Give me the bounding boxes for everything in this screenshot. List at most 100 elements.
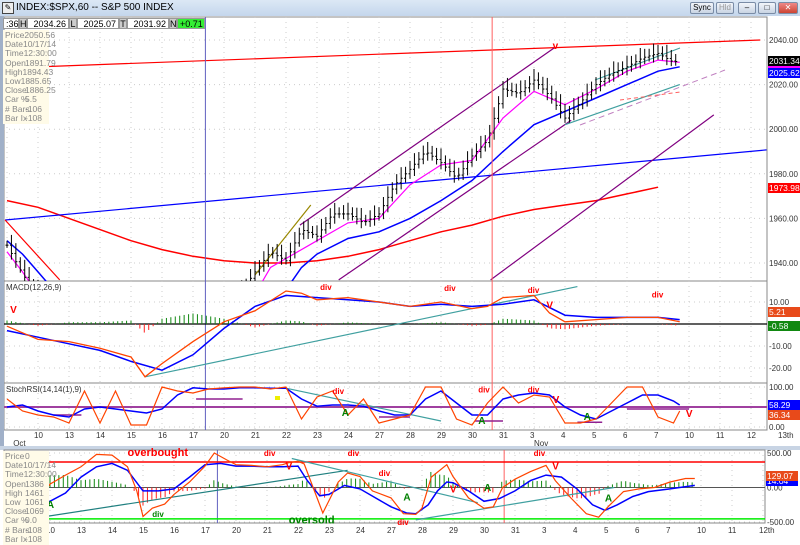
x-tick-label: 14: [96, 431, 105, 440]
x-tick-label: 7: [654, 431, 659, 440]
y-tick-label: 2000.00: [769, 125, 798, 134]
annotation-A: A: [484, 483, 491, 494]
annotation-A: A: [584, 412, 591, 423]
annotation-div: div: [152, 510, 164, 519]
x-tick-label-lower: 6: [635, 526, 640, 535]
annotation-div: div: [264, 449, 276, 458]
quote-last: 2031.92: [127, 18, 169, 29]
month-label: Oct: [13, 439, 26, 448]
macd-value-box: 5.21: [768, 307, 800, 317]
y-tick-label: 2020.00: [769, 81, 798, 90]
quote-low: 2025.07: [77, 18, 119, 29]
x-tick-label-lower: 24: [356, 526, 365, 535]
last-price-box: 2031.34: [768, 56, 800, 66]
x-tick-label: 24: [344, 431, 353, 440]
annotation-div: div: [534, 449, 546, 458]
x-tick-label-lower: 14: [108, 526, 117, 535]
quote-net-change: +0.71: [177, 18, 205, 29]
y-tick-label: -20.00: [769, 364, 792, 373]
osc-value-box: 129.07: [766, 471, 798, 481]
upper-window-bg: [0, 16, 800, 446]
x-tick-label: 31: [499, 431, 508, 440]
annotation-div: div: [478, 386, 490, 395]
x-tick-label-lower: 7: [666, 526, 671, 535]
x-tick-label: 27: [375, 431, 384, 440]
annotation-v: v: [553, 41, 559, 52]
last-label: T: [119, 18, 127, 29]
x-tick-label: 28: [406, 431, 415, 440]
annotation-div: div: [333, 387, 345, 396]
annotation-div: div: [444, 284, 456, 293]
annotation-div: div: [652, 291, 664, 300]
x-tick-label-lower: 13: [77, 526, 86, 535]
y-tick-label: 2040.00: [769, 36, 798, 45]
annotation-overbought: overbought: [128, 447, 189, 459]
data-label: Bar Ix: [5, 112, 28, 123]
x-tick-label-lower: 16: [170, 526, 179, 535]
y-tick-label: 500.00: [767, 449, 792, 458]
x-tick-label-lower: 28: [418, 526, 427, 535]
stoch-d-box: 36.34: [768, 410, 800, 420]
x-tick-label: 16: [158, 431, 167, 440]
data-value: -108: [25, 533, 43, 544]
annotation-V: V: [552, 462, 559, 473]
data-label: Bar Ix: [5, 533, 28, 544]
macd-hist-box: -0.58: [768, 321, 800, 331]
quote-strip: :36 H 2034.26 L 2025.07 T 2031.92 N +0.7…: [3, 18, 205, 29]
stochrsi-panel-title: StochRSI(14,14(1),9): [6, 385, 82, 394]
annotation-A: A: [605, 493, 612, 504]
yellow-marker: [275, 396, 280, 400]
annotation-V: V: [546, 301, 553, 312]
x-tick-label: 20: [220, 431, 229, 440]
y-tick-label: 1940.00: [769, 259, 798, 268]
x-tick-label: 4: [561, 431, 566, 440]
annotation-A: A: [342, 408, 349, 419]
x-tick-label: 12: [747, 431, 756, 440]
x-tick-label-lower: 15: [139, 526, 148, 535]
annotation-div: div: [379, 469, 391, 478]
x-tick-label-lower: 30: [480, 526, 489, 535]
chart-canvas[interactable]: 2040.00 2020.00 2000.00 1980.00 1960.00 1940.…: [0, 0, 800, 537]
x-tick-label-lower: 31: [511, 526, 520, 535]
x-tick-label-lower: 27: [387, 526, 396, 535]
data-row: Bar Ix -108: [5, 112, 47, 123]
annotation-V: V: [286, 462, 293, 473]
x-tick-label: 11: [716, 431, 725, 440]
annotation-A: A: [478, 416, 485, 427]
x-tick-label: 30: [468, 431, 477, 440]
x-tick-label: 15: [127, 431, 136, 440]
x-tick-label: 10: [685, 431, 694, 440]
x-tick-label-lower: 29: [449, 526, 458, 535]
x-tick-label: 13: [65, 431, 74, 440]
x-tick-label-lower: 12th: [759, 526, 775, 535]
quote-time: :36: [3, 18, 19, 29]
window-separator: [0, 446, 800, 450]
x-tick-label-lower: 17: [201, 526, 210, 535]
annotation-div: div: [397, 518, 409, 527]
x-tick-label: 23: [313, 431, 322, 440]
annotation-div: div: [528, 286, 540, 295]
annotation-div: div: [528, 386, 540, 395]
data-row: Bar Ix -108: [5, 533, 47, 544]
annotation-div: div: [348, 449, 360, 458]
x-tick-label-lower: 20: [232, 526, 241, 535]
stoch-k-box: 58.29: [768, 400, 800, 410]
net-label: N: [169, 18, 177, 29]
macd-panel-title: MACD(12,26,9): [6, 283, 62, 292]
x-tick-label-lower: 10: [697, 526, 706, 535]
y-tick-label: -10.00: [769, 342, 792, 351]
x-tick-label-lower: 21: [263, 526, 272, 535]
annotation-V: V: [686, 409, 693, 420]
x-tick-label-lower: 3: [542, 526, 547, 535]
x-tick-label: 6: [623, 431, 628, 440]
y-tick-label: 100.00: [769, 383, 794, 392]
annotation-V: V: [10, 305, 17, 316]
annotation-oversold: oversold: [289, 514, 335, 526]
x-tick-label-lower: 5: [604, 526, 609, 535]
data-window-lower: Price 0 Date 10/17/14 Time 12:30:00 Open 1386 Hi…: [3, 451, 57, 545]
x-tick-label-lower: 23: [325, 526, 334, 535]
x-tick-label-lower: 22: [294, 526, 303, 535]
osc-signal-line: [18, 462, 695, 515]
low-label: L: [69, 18, 77, 29]
month-label: Nov: [534, 439, 548, 448]
